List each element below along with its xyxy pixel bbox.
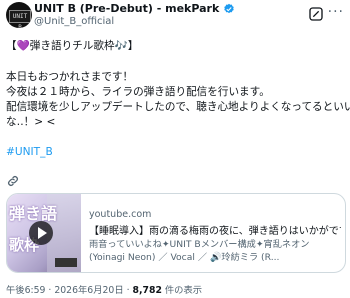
account-name[interactable]: UNIT B (Pre-Debut) - mekPark (34, 2, 219, 15)
view-label: 件の表示 (161, 285, 203, 296)
account-handle[interactable]: @Unit_B_official (34, 16, 114, 27)
tweet-line-1: 【💜弾き語りチル歌枠🎶】 (6, 40, 139, 52)
thumbnail-text-1: 弾き語 (9, 204, 58, 223)
avatar-logo-text: UNIT B (9, 10, 31, 28)
tweet-line-5: 配信環境を少しアップデートしたので、聴き心地よりよくなってるといい (6, 101, 350, 113)
card-description-1: 雨音っていいよね✦UNIT Bメンバー構成✦宵乱ネオン (89, 239, 310, 250)
tweet-line-4: 今夜は２１時から、ライラの弾き語り配信を行います。 (6, 86, 270, 98)
hashtag-link[interactable]: #UNIT_B (6, 144, 53, 160)
link-card[interactable]: 弾き語 歌枠 youtube.com 【睡眠導入】雨の滴る梅雨の夜に、弾き語りは… (6, 193, 346, 273)
thumbnail-badge (55, 258, 77, 267)
view-count: 8,782 (132, 285, 162, 296)
tweet-meta: 午後6:59 · 2026年6月20日 · 8,782 件の表示 (6, 282, 202, 296)
verified-badge-icon (224, 3, 235, 13)
tweet-line-6: な‥！> < (6, 116, 56, 128)
tweet-timestamp[interactable]: 午後6:59 · 2026年6月20日 · (6, 285, 133, 296)
card-description-2: (Yoinagi Neon) ／ Vocal ／ 🔊玲紡ミラ (R... (89, 252, 280, 263)
video-thumbnail[interactable]: 弾き語 歌枠 (7, 194, 81, 272)
grok-icon[interactable] (308, 6, 324, 22)
play-icon[interactable] (29, 221, 53, 245)
tweet-line-3: 本日もおつかれさまです！ (6, 71, 134, 83)
card-domain: youtube.com (89, 209, 152, 220)
card-title[interactable]: 【睡眠導入】雨の滴る梅雨の夜に、弾き語りはいかがです… (89, 222, 341, 237)
account-name-row: UNIT B (Pre-Debut) - mekPark (34, 2, 235, 15)
link-icon[interactable] (6, 174, 20, 188)
more-icon[interactable]: ··· (328, 4, 344, 20)
avatar[interactable]: UNIT B (6, 2, 32, 28)
